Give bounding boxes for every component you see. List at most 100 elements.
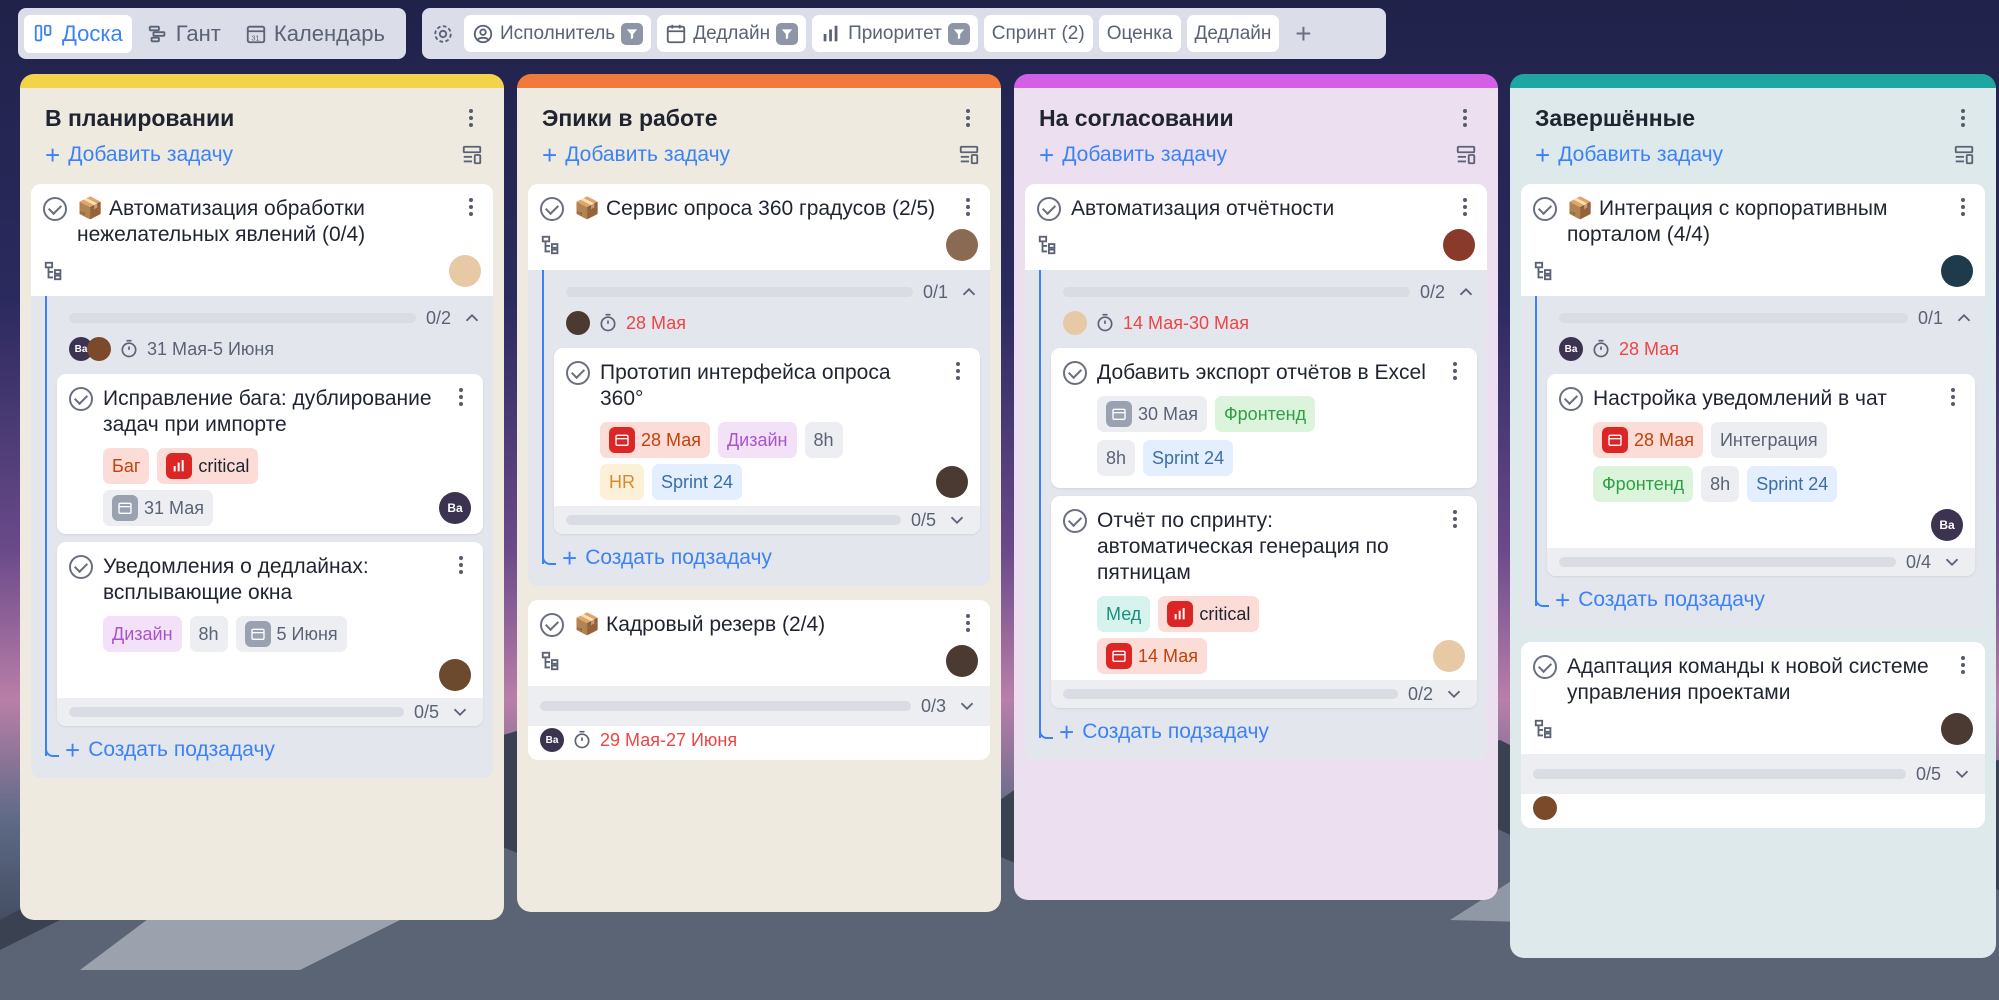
more-icon[interactable] — [451, 556, 471, 574]
user-circle-icon — [473, 24, 493, 43]
filter-deadline[interactable]: Дедлайн — [657, 15, 807, 52]
tag-med: Мед — [1097, 596, 1151, 632]
complete-check-icon[interactable] — [43, 197, 67, 221]
filter-priority[interactable]: Приоритет — [812, 15, 978, 52]
add-filter-button[interactable]: + — [1285, 15, 1321, 52]
more-icon[interactable] — [958, 614, 978, 632]
epic-card[interactable]: 📦 Кадровый резерв (2/4) 0/3 Ba 29 Мая-27… — [528, 600, 990, 760]
hierarchy-icon[interactable] — [540, 234, 562, 256]
more-icon[interactable] — [958, 109, 978, 127]
calendar-icon: 31 — [246, 25, 266, 43]
plus-icon: + — [65, 734, 81, 765]
complete-check-icon[interactable] — [1533, 197, 1557, 221]
epic-card[interactable]: 📦 Автоматизация обработки нежелательных … — [31, 184, 493, 778]
layout-icon[interactable] — [1455, 144, 1477, 166]
chevron-up-icon[interactable] — [1455, 281, 1477, 303]
create-subtask-button[interactable]: + Создать подзадачу — [1039, 714, 1477, 750]
chevron-up-icon[interactable] — [1953, 307, 1975, 329]
date-range: 31 Мая-5 Июня — [147, 338, 275, 359]
add-task-button[interactable]: + Добавить задачу — [542, 140, 730, 171]
complete-check-icon[interactable] — [1037, 197, 1061, 221]
more-icon[interactable] — [958, 198, 978, 216]
create-subtask-button[interactable]: + Создать подзадачу — [45, 732, 483, 768]
subtask-card[interactable]: Отчёт по спринту: автоматическая генерац… — [1051, 496, 1477, 708]
hierarchy-icon[interactable] — [1533, 718, 1555, 740]
chevron-down-icon[interactable] — [1941, 551, 1963, 573]
tag-frontend: Фронтенд — [1214, 396, 1316, 432]
more-icon[interactable] — [1953, 198, 1973, 216]
estimate-chip[interactable]: Оценка — [1098, 15, 1181, 52]
more-icon[interactable] — [948, 362, 968, 380]
add-task-button[interactable]: + Добавить задачу — [1535, 140, 1723, 171]
complete-check-icon[interactable] — [1063, 509, 1087, 533]
add-task-label: Добавить задачу — [1062, 143, 1228, 166]
hierarchy-icon[interactable] — [540, 650, 562, 672]
settings-button[interactable] — [428, 15, 458, 52]
layout-icon[interactable] — [1953, 144, 1975, 166]
more-icon[interactable] — [1445, 362, 1465, 380]
hierarchy-icon[interactable] — [1533, 260, 1555, 282]
complete-check-icon[interactable] — [540, 613, 564, 637]
chevron-down-icon[interactable] — [956, 695, 978, 717]
complete-check-icon[interactable] — [1063, 361, 1087, 385]
priority-bars-icon — [166, 453, 193, 479]
complete-check-icon[interactable] — [69, 387, 93, 411]
more-icon[interactable] — [1953, 656, 1973, 674]
epic-card[interactable]: 📦 Сервис опроса 360 градусов (2/5) 0/1 2… — [528, 184, 990, 586]
avatar — [1941, 713, 1973, 745]
complete-check-icon[interactable] — [540, 197, 564, 221]
chevron-down-icon[interactable] — [449, 701, 471, 723]
layout-icon[interactable] — [461, 144, 483, 166]
epic-card[interactable]: Адаптация команды к новой системе управл… — [1521, 642, 1985, 828]
epic-card[interactable]: 📦 Интеграция с корпоративным порталом (4… — [1521, 184, 1985, 628]
view-calendar-tab[interactable]: 31 Календарь — [236, 15, 394, 53]
more-icon[interactable] — [1455, 198, 1475, 216]
more-icon[interactable] — [461, 109, 481, 127]
add-task-label: Добавить задачу — [68, 143, 234, 166]
complete-check-icon[interactable] — [69, 555, 93, 579]
chevron-down-icon[interactable] — [1951, 763, 1973, 785]
chevron-up-icon[interactable] — [461, 307, 483, 329]
complete-check-icon[interactable] — [1559, 387, 1583, 411]
more-icon[interactable] — [461, 198, 481, 216]
chevron-down-icon[interactable] — [946, 509, 968, 531]
avatar — [87, 337, 111, 361]
subtask-card[interactable]: Прототип интерфейса опроса 360° 28 Мая Д… — [554, 348, 980, 534]
progress-bar — [1559, 557, 1896, 567]
avatar — [1533, 796, 1557, 820]
subtask-card[interactable]: Добавить экспорт отчётов в Excel 30 Мая … — [1051, 348, 1477, 488]
layout-icon[interactable] — [958, 144, 980, 166]
progress-bar — [1063, 287, 1410, 297]
calendar-icon — [244, 621, 271, 647]
add-task-button[interactable]: + Добавить задачу — [45, 140, 233, 171]
view-board-label: Доска — [62, 20, 123, 46]
view-gantt-tab[interactable]: Гант — [138, 15, 230, 53]
sprint-chip[interactable]: Спринт (2) — [983, 15, 1093, 52]
hierarchy-icon[interactable] — [43, 260, 65, 282]
add-task-label: Добавить задачу — [565, 143, 731, 166]
epic-title: Автоматизация отчётности — [1071, 197, 1335, 220]
timer-icon — [1097, 313, 1113, 332]
add-task-button[interactable]: + Добавить задачу — [1039, 140, 1227, 171]
view-board-tab[interactable]: Доска — [24, 14, 132, 53]
more-icon[interactable] — [1445, 510, 1465, 528]
more-icon[interactable] — [451, 388, 471, 406]
subtask-card[interactable]: Исправление бага: дублирование задач при… — [57, 374, 483, 534]
chevron-down-icon[interactable] — [1443, 683, 1465, 705]
subtask-title: Прототип интерфейса опроса 360° — [600, 361, 891, 410]
estimate-tag: 8h — [804, 422, 843, 458]
epic-card[interactable]: Автоматизация отчётности 0/2 14 Мая-30 М… — [1025, 184, 1487, 760]
create-subtask-button[interactable]: + Создать подзадачу — [1535, 582, 1975, 618]
hierarchy-icon[interactable] — [1037, 234, 1059, 256]
deadline-chip[interactable]: Дедлайн — [1186, 15, 1280, 52]
subtask-card[interactable]: Уведомления о дедлайнах: всплывающие окн… — [57, 542, 483, 726]
filter-assignee[interactable]: Исполнитель — [464, 15, 652, 52]
create-subtask-button[interactable]: + Создать подзадачу — [542, 540, 980, 576]
complete-check-icon[interactable] — [1533, 655, 1557, 679]
subtask-card[interactable]: Настройка уведомлений в чат 28 Мая Интег… — [1547, 374, 1975, 576]
more-icon[interactable] — [1943, 388, 1963, 406]
more-icon[interactable] — [1953, 109, 1973, 127]
complete-check-icon[interactable] — [566, 361, 590, 385]
more-icon[interactable] — [1455, 109, 1475, 127]
chevron-up-icon[interactable] — [958, 281, 980, 303]
